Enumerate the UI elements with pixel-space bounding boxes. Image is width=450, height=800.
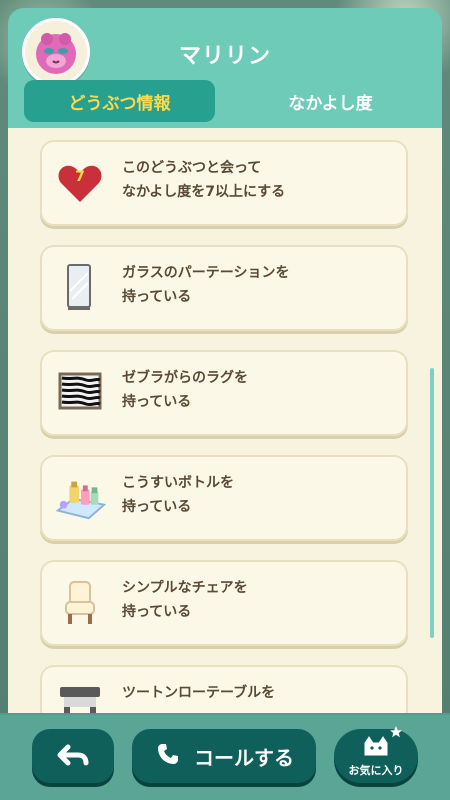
scrollbar[interactable] — [430, 368, 434, 638]
call-button[interactable]: コールする — [132, 729, 316, 783]
requirements-list[interactable]: 7 このどうぶつと会って なかよし度を7以上にする ガラスのパーテーションを 持… — [8, 128, 442, 715]
list-item-text: こうすいボトルを 持っている — [122, 475, 234, 515]
zebra-rug-icon — [52, 364, 108, 420]
list-item-text: シンプルなチェアを 持っている — [122, 580, 248, 620]
cat-star-icon — [359, 725, 402, 760]
back-button[interactable] — [32, 729, 114, 783]
favorite-button-label: お気に入り — [348, 763, 404, 777]
tab-animal-info[interactable]: どうぶつ情報 — [24, 80, 215, 122]
page-title: マリリン — [178, 44, 271, 69]
back-arrow-icon — [56, 737, 90, 775]
tab-friendship[interactable]: なかよし度 — [235, 80, 426, 122]
chair-icon — [52, 574, 108, 630]
heart-badge: 7 — [75, 169, 85, 185]
favorite-button[interactable]: お気に入り — [334, 725, 418, 783]
list-item: ガラスのパーテーションを 持っている — [40, 245, 408, 331]
list-item: ツートンローテーブルを — [40, 665, 408, 715]
header: マリリン どうぶつ情報 なかよし度 — [8, 8, 442, 128]
perfume-bottles-icon — [52, 469, 108, 525]
low-table-icon — [52, 675, 108, 715]
list-item: ゼブラがらのラグを 持っている — [40, 350, 408, 436]
glass-partition-icon — [52, 259, 108, 315]
list-item: こうすいボトルを 持っている — [40, 455, 408, 541]
list-item-text: ガラスのパーテーションを 持っている — [122, 265, 290, 305]
bottom-action-bar: コールする お気に入り — [0, 713, 450, 800]
call-button-label: コールする — [194, 745, 294, 770]
list-item-text: このどうぶつと会って なかよし度を7以上にする — [122, 160, 286, 200]
tab-bar: どうぶつ情報 なかよし度 — [24, 80, 426, 122]
list-item-text: ツートンローテーブルを — [122, 685, 276, 701]
phone-icon — [154, 740, 182, 773]
list-item: シンプルなチェアを 持っている — [40, 560, 408, 646]
list-item: 7 このどうぶつと会って なかよし度を7以上にする — [40, 140, 408, 226]
list-item-text: ゼブラがらのラグを 持っている — [122, 370, 248, 410]
heart-icon: 7 — [52, 154, 108, 210]
